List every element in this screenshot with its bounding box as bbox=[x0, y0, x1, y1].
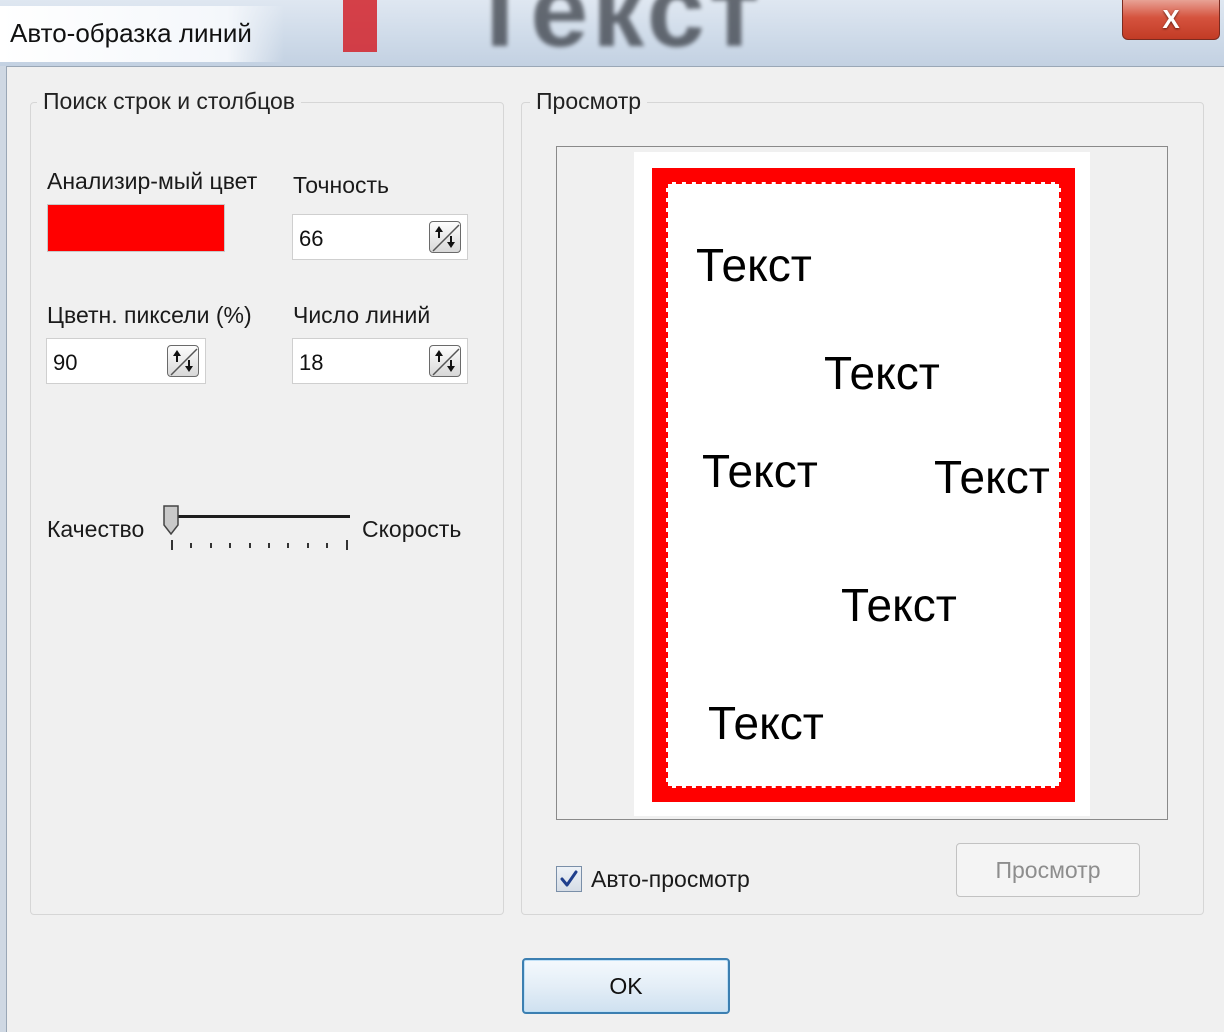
analyzed-color-label: Анализир-мый цвет bbox=[47, 168, 258, 194]
sample-text: Текст bbox=[934, 451, 1050, 503]
slider-tick bbox=[326, 543, 329, 548]
speed-label: Скорость bbox=[362, 516, 462, 542]
auto-preview-checkbox[interactable] bbox=[556, 866, 582, 892]
line-count-value[interactable]: 18 bbox=[299, 350, 323, 376]
colored-pixels-spinner[interactable]: 90 bbox=[46, 338, 206, 384]
line-count-label: Число линий bbox=[293, 302, 431, 328]
quality-label: Качество bbox=[47, 516, 145, 542]
title-bar: Текст Авто-образка линий X bbox=[0, 0, 1224, 67]
close-button[interactable]: X bbox=[1122, 0, 1220, 40]
slider-tick bbox=[209, 543, 212, 548]
precision-spin-button[interactable] bbox=[429, 221, 461, 253]
background-word: Текст bbox=[468, 0, 764, 67]
checkmark-icon bbox=[560, 870, 578, 887]
sample-text: Текст bbox=[708, 697, 824, 749]
preview-button[interactable]: Просмотр bbox=[956, 843, 1140, 897]
search-group-label: Поиск строк и столбцов bbox=[37, 88, 302, 115]
window-title: Авто-образка линий bbox=[10, 18, 252, 48]
sample-text: Текст bbox=[841, 579, 957, 631]
sample-text: Текст bbox=[824, 347, 940, 399]
spin-arrows-icon bbox=[432, 348, 460, 376]
ok-button[interactable]: OK bbox=[522, 958, 730, 1014]
precision-spinner[interactable]: 66 bbox=[292, 214, 468, 260]
line-count-spinner[interactable]: 18 bbox=[292, 338, 468, 384]
slider-tick bbox=[287, 543, 290, 548]
colored-pixels-value[interactable]: 90 bbox=[53, 350, 77, 376]
preview-group-label: Просмотр bbox=[530, 88, 648, 115]
line-count-spin-button[interactable] bbox=[429, 345, 461, 377]
close-icon: X bbox=[1162, 4, 1180, 34]
colored-pixels-label: Цветн. пиксели (%) bbox=[47, 302, 252, 328]
slider-tick bbox=[171, 540, 173, 550]
quality-speed-slider-track[interactable] bbox=[172, 515, 350, 518]
spin-arrows-icon bbox=[170, 348, 198, 376]
background-decoration bbox=[343, 0, 377, 52]
sample-text: Текст bbox=[702, 445, 818, 497]
colored-pixels-spin-button[interactable] bbox=[167, 345, 199, 377]
precision-value[interactable]: 66 bbox=[299, 226, 323, 252]
analyzed-color-swatch[interactable] bbox=[47, 204, 225, 252]
slider-tick bbox=[190, 543, 193, 548]
window-frame-edge bbox=[0, 66, 7, 1032]
slider-tick bbox=[229, 543, 232, 548]
slider-tick bbox=[345, 540, 348, 550]
precision-label: Точность bbox=[293, 172, 390, 198]
auto-preview-label[interactable]: Авто-просмотр bbox=[591, 866, 750, 893]
sample-text: Текст bbox=[696, 239, 812, 291]
slider-tick bbox=[306, 543, 309, 548]
slider-tick bbox=[268, 543, 270, 548]
slider-tick bbox=[248, 543, 251, 548]
spin-arrows-icon bbox=[432, 224, 460, 252]
slider-thumb[interactable] bbox=[163, 505, 179, 535]
